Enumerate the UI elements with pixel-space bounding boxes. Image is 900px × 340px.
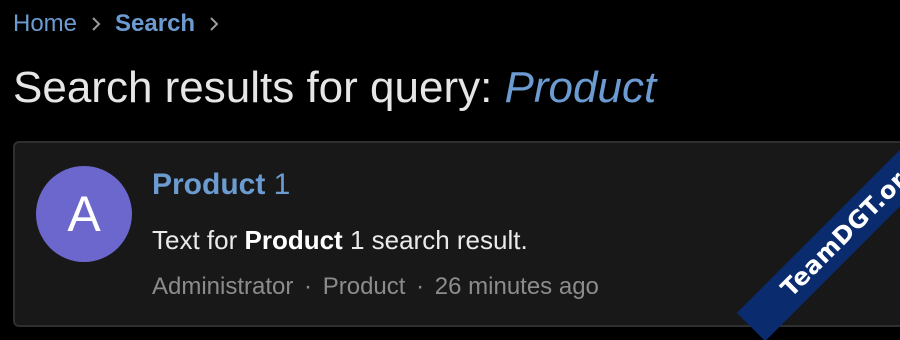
result-timestamp: 26 minutes ago — [434, 273, 599, 300]
search-results-page: Home Search Search results for query: Pr… — [0, 0, 900, 340]
watermark-ribbon: TeamDGT.org — [680, 120, 900, 340]
page-title-prefix: Search results for query: — [13, 63, 505, 112]
watermark-text: TeamDGT.org — [775, 153, 900, 303]
result-title-highlight: Product — [152, 168, 266, 201]
meta-separator: · — [304, 273, 313, 300]
chevron-right-icon — [195, 13, 233, 36]
result-meta: Administrator · Product · 26 minutes ago — [152, 271, 599, 303]
snippet-rest: 1 search result. — [342, 225, 528, 255]
breadcrumb: Home Search — [13, 10, 233, 38]
search-query-term: Product — [504, 63, 657, 112]
snippet-prefix: Text for — [152, 225, 245, 255]
chevron-right-icon — [77, 13, 115, 36]
result-title-rest: 1 — [265, 168, 291, 201]
result-author-link[interactable]: Administrator — [152, 273, 293, 300]
result-category-link[interactable]: Product — [323, 273, 406, 300]
breadcrumb-home-link[interactable]: Home — [13, 10, 77, 38]
snippet-highlight: Product — [244, 225, 343, 255]
result-title-link[interactable]: Product 1 — [152, 165, 290, 205]
breadcrumb-search-link[interactable]: Search — [115, 10, 195, 38]
page-title: Search results for query: Product — [13, 62, 656, 114]
meta-separator: · — [416, 273, 425, 300]
result-snippet: Text for Product 1 search result. — [152, 223, 528, 257]
avatar[interactable]: A — [36, 166, 132, 262]
